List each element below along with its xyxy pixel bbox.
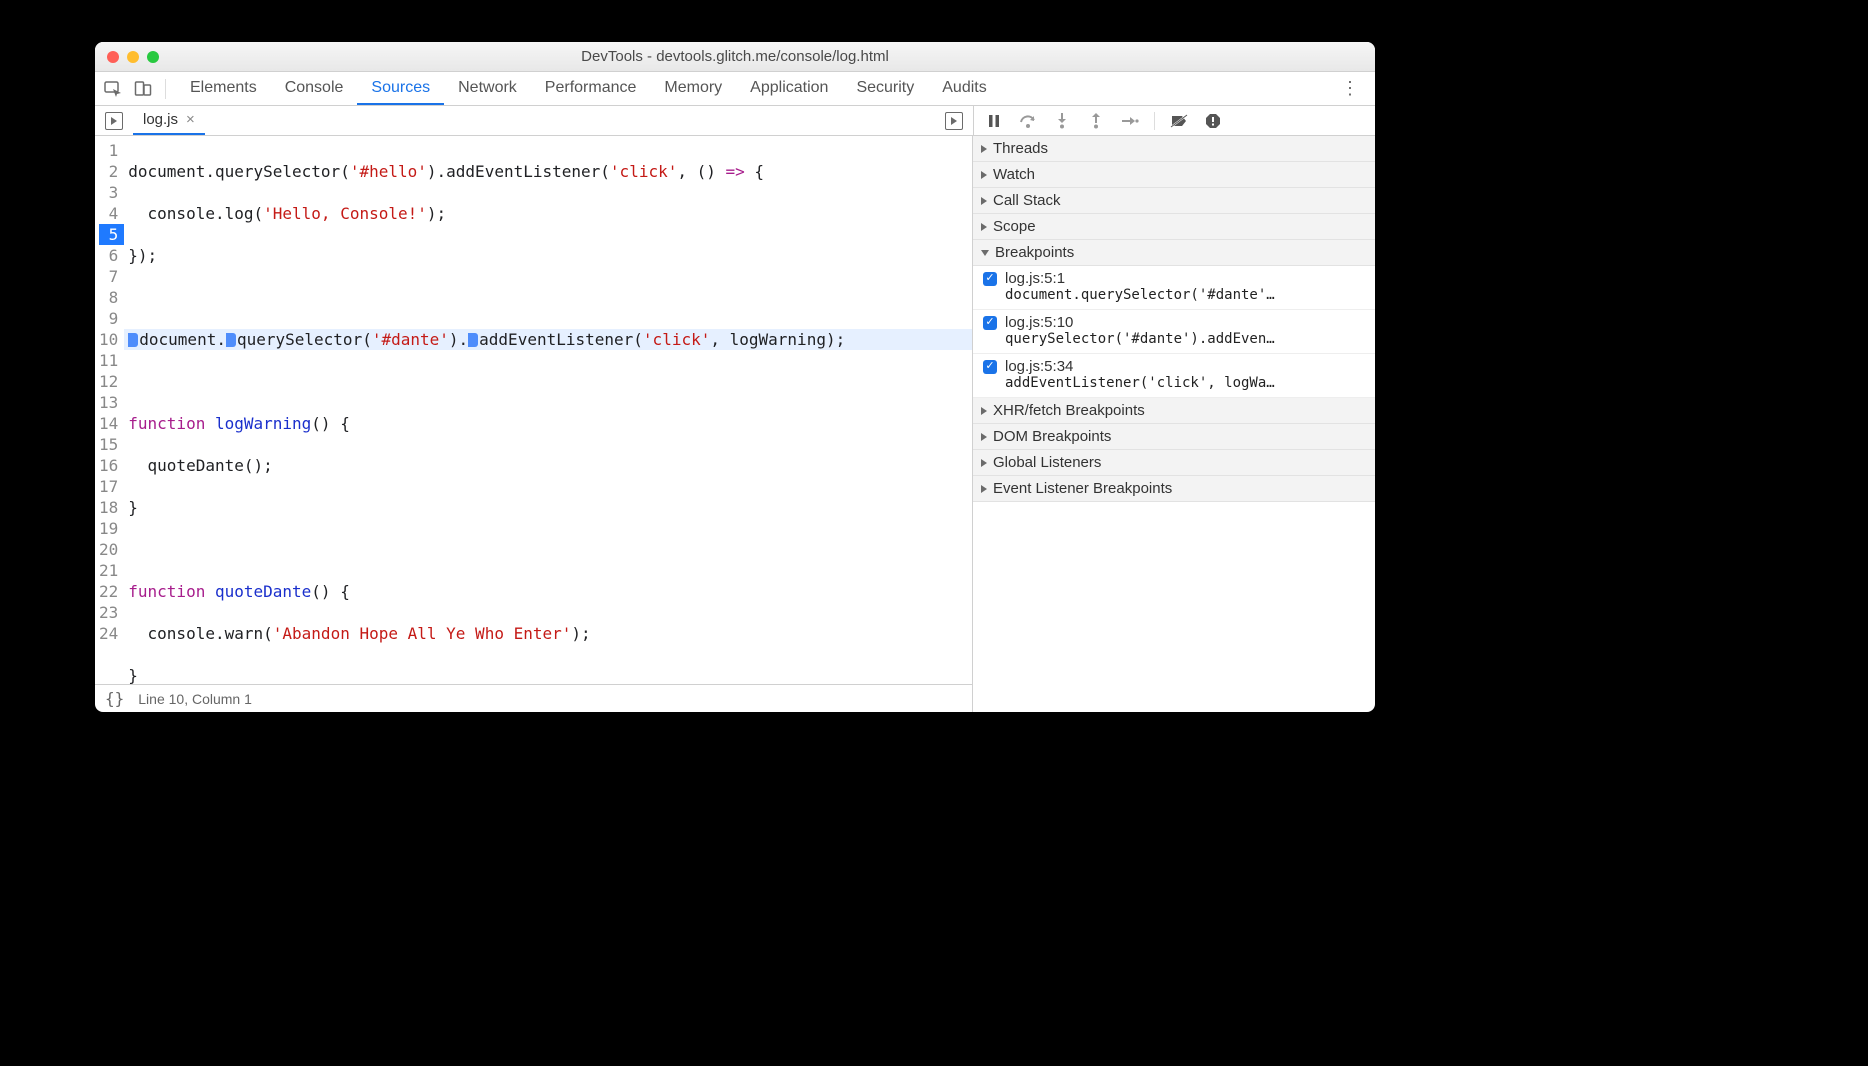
file-tab-label: log.js bbox=[143, 111, 178, 128]
step-out-icon[interactable] bbox=[1086, 111, 1106, 131]
more-options-icon[interactable]: ⋮ bbox=[1333, 78, 1367, 99]
section-scope[interactable]: Scope bbox=[973, 214, 1375, 240]
titlebar: DevTools - devtools.glitch.me/console/lo… bbox=[95, 42, 1375, 72]
breakpoint-item[interactable]: ✓ log.js:5:34 bbox=[973, 354, 1375, 375]
pause-icon[interactable] bbox=[984, 111, 1004, 131]
column-breakpoint-3[interactable] bbox=[468, 333, 478, 347]
section-event-listener-breakpoints[interactable]: Event Listener Breakpoints bbox=[973, 476, 1375, 502]
traffic-lights bbox=[107, 51, 159, 63]
breakpoint-snippet: querySelector('#dante').addEven… bbox=[973, 331, 1375, 354]
breakpoint-snippet: addEventListener('click', logWa… bbox=[973, 375, 1375, 398]
breakpoint-checkbox[interactable]: ✓ bbox=[983, 360, 997, 374]
step-into-icon[interactable] bbox=[1052, 111, 1072, 131]
inspect-element-icon[interactable] bbox=[103, 79, 123, 99]
step-over-icon[interactable] bbox=[1018, 111, 1038, 131]
code-body[interactable]: document.querySelector('#hello').addEven… bbox=[124, 136, 972, 684]
show-navigator-icon[interactable] bbox=[105, 112, 123, 130]
section-global-listeners[interactable]: Global Listeners bbox=[973, 450, 1375, 476]
show-debugger-icon[interactable] bbox=[945, 112, 963, 130]
section-dom-breakpoints[interactable]: DOM Breakpoints bbox=[973, 424, 1375, 450]
line-gutter: 1234 5 678910111213141516171819202122232… bbox=[95, 136, 124, 684]
section-breakpoints[interactable]: Breakpoints bbox=[973, 240, 1375, 266]
panel-tabs: Elements Console Sources Network Perform… bbox=[176, 73, 1001, 105]
device-toolbar-icon[interactable] bbox=[133, 79, 153, 99]
status-bar: {} Line 10, Column 1 bbox=[95, 684, 972, 712]
close-file-icon[interactable]: × bbox=[186, 111, 195, 128]
code-editor[interactable]: 1234 5 678910111213141516171819202122232… bbox=[95, 136, 972, 684]
breakpoint-checkbox[interactable]: ✓ bbox=[983, 316, 997, 330]
step-icon[interactable] bbox=[1120, 111, 1140, 131]
cursor-position: Line 10, Column 1 bbox=[138, 691, 252, 707]
main: 1234 5 678910111213141516171819202122232… bbox=[95, 136, 1375, 712]
tab-audits[interactable]: Audits bbox=[928, 73, 1000, 105]
column-breakpoint-1[interactable] bbox=[128, 333, 138, 347]
column-breakpoint-2[interactable] bbox=[226, 333, 236, 347]
tab-performance[interactable]: Performance bbox=[531, 73, 651, 105]
tab-sources[interactable]: Sources bbox=[357, 73, 444, 105]
toolbar: Elements Console Sources Network Perform… bbox=[95, 72, 1375, 106]
deactivate-breakpoints-icon[interactable] bbox=[1169, 111, 1189, 131]
section-xhr-breakpoints[interactable]: XHR/fetch Breakpoints bbox=[973, 398, 1375, 424]
tab-security[interactable]: Security bbox=[842, 73, 928, 105]
breakpoint-item[interactable]: ✓ log.js:5:10 bbox=[973, 310, 1375, 331]
window-title: DevTools - devtools.glitch.me/console/lo… bbox=[95, 48, 1375, 65]
pretty-print-icon[interactable]: {} bbox=[105, 689, 124, 708]
file-tab[interactable]: log.js × bbox=[133, 106, 205, 135]
breakpoint-checkbox[interactable]: ✓ bbox=[983, 272, 997, 286]
close-window-button[interactable] bbox=[107, 51, 119, 63]
pause-on-exceptions-icon[interactable] bbox=[1203, 111, 1223, 131]
zoom-window-button[interactable] bbox=[147, 51, 159, 63]
breakpoint-location: log.js:5:1 bbox=[1005, 270, 1065, 287]
tab-elements[interactable]: Elements bbox=[176, 73, 271, 105]
breakpoint-location: log.js:5:34 bbox=[1005, 358, 1073, 375]
subbar: log.js × bbox=[95, 106, 1375, 136]
section-watch[interactable]: Watch bbox=[973, 162, 1375, 188]
debugger-sidebar: Threads Watch Call Stack Scope Breakpoin… bbox=[973, 136, 1375, 712]
minimize-window-button[interactable] bbox=[127, 51, 139, 63]
section-threads[interactable]: Threads bbox=[973, 136, 1375, 162]
separator bbox=[1154, 112, 1155, 130]
breakpoint-location: log.js:5:10 bbox=[1005, 314, 1073, 331]
debugger-controls bbox=[973, 106, 1375, 135]
section-callstack[interactable]: Call Stack bbox=[973, 188, 1375, 214]
devtools-window: DevTools - devtools.glitch.me/console/lo… bbox=[95, 42, 1375, 712]
tab-network[interactable]: Network bbox=[444, 73, 531, 105]
breakpoint-item[interactable]: ✓ log.js:5:1 bbox=[973, 266, 1375, 287]
tab-console[interactable]: Console bbox=[271, 73, 358, 105]
breakpoint-snippet: document.querySelector('#dante'… bbox=[973, 287, 1375, 310]
tab-application[interactable]: Application bbox=[736, 73, 842, 105]
tab-memory[interactable]: Memory bbox=[650, 73, 736, 105]
